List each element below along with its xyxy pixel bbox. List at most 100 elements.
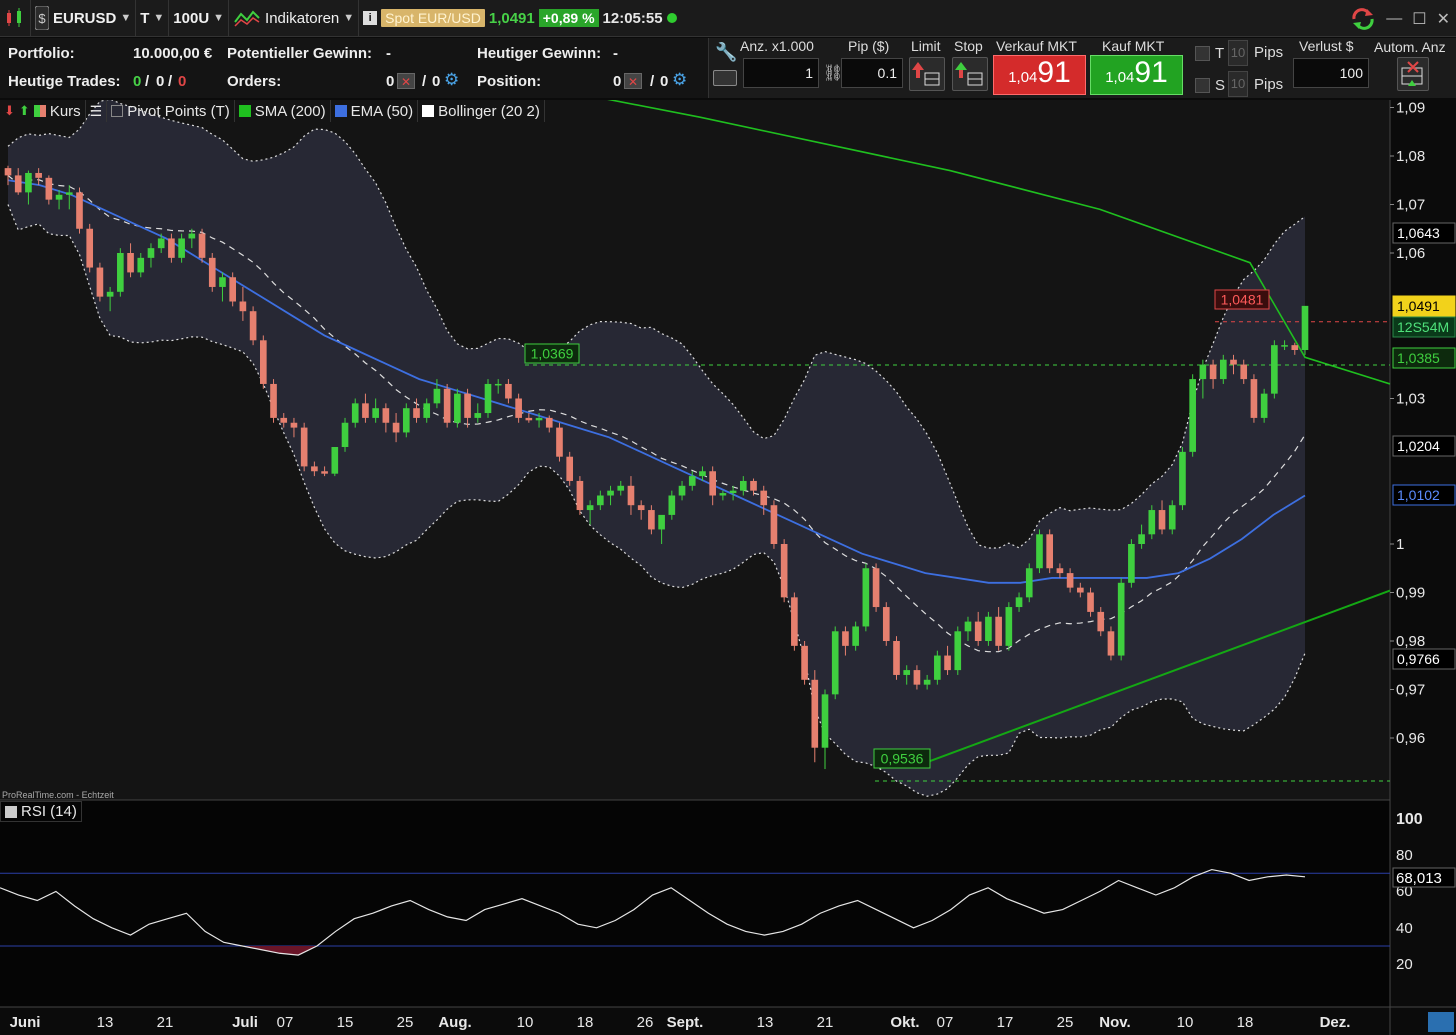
candle-body xyxy=(780,544,788,598)
symbol-selector[interactable]: $ EURUSD ▼ xyxy=(31,0,137,37)
candle-body xyxy=(55,194,63,200)
scroll-end-icon[interactable] xyxy=(1428,1012,1454,1032)
limit-label: Limit xyxy=(911,38,941,54)
gear-icon[interactable]: ⚙ xyxy=(672,70,687,90)
svg-text:$: $ xyxy=(38,11,46,26)
chevron-down-icon: ▼ xyxy=(120,12,132,24)
pip-label: Pip ($) xyxy=(848,38,890,54)
candle-body xyxy=(25,172,32,193)
take-profit-pips[interactable]: 10 xyxy=(1228,40,1248,66)
candle-body xyxy=(1179,451,1186,506)
pips-label: Pips xyxy=(1254,44,1284,61)
stop-loss-checkbox[interactable] xyxy=(1195,78,1210,93)
cancel-orders-icon[interactable]: ✕ xyxy=(397,73,415,89)
sell-price-big: 91 xyxy=(1037,56,1071,89)
candle-body xyxy=(229,277,236,302)
candle-body xyxy=(515,398,522,418)
candle-body xyxy=(750,480,757,491)
live-status-icon xyxy=(666,13,677,23)
account-info-panel: Portfolio: 10.000,00 € Potentieller Gewi… xyxy=(0,38,708,98)
take-profit-checkbox[interactable] xyxy=(1195,46,1210,61)
candle-body xyxy=(760,490,768,506)
candle-body xyxy=(637,505,645,511)
ema-legend[interactable]: EMA (50) xyxy=(331,100,419,122)
buy-market-button[interactable]: 1,0491 xyxy=(1090,55,1183,95)
auto-qty-button[interactable] xyxy=(1397,57,1429,91)
candle-body xyxy=(964,621,972,632)
window-controls: — ☐ ✕ xyxy=(1350,0,1450,37)
close-icon[interactable]: ✕ xyxy=(1437,9,1450,29)
clock: 12:05:55 xyxy=(602,9,663,27)
position-count-b: 0 xyxy=(660,73,669,90)
sma-legend[interactable]: SMA (200) xyxy=(235,100,331,122)
pivot-legend[interactable]: Pivot Points (T) xyxy=(107,100,235,122)
info-icon[interactable]: i xyxy=(363,11,378,25)
x-tick-label: 18 xyxy=(577,1014,594,1031)
refresh-icon[interactable] xyxy=(1350,7,1376,31)
candle-body xyxy=(862,568,870,627)
wrench-icon[interactable]: 🔧 xyxy=(715,42,737,63)
x-tick-label: 21 xyxy=(157,1014,174,1031)
minimize-icon[interactable]: — xyxy=(1386,10,1402,28)
chevron-down-icon: ▼ xyxy=(343,12,355,24)
candle-body xyxy=(658,514,665,530)
bb-mid-value: 1,0204 xyxy=(1397,438,1440,454)
bollinger-legend[interactable]: Bollinger (20 2) xyxy=(418,100,545,122)
candle-body xyxy=(311,466,318,472)
candle-body xyxy=(219,277,226,287)
list-legend[interactable]: ☰ xyxy=(86,100,108,122)
qty-input[interactable]: 1 xyxy=(743,58,819,88)
candle-body xyxy=(556,427,563,457)
timeframe-selector[interactable]: T ▼ xyxy=(136,0,170,37)
candle-body xyxy=(35,172,42,178)
chevron-down-icon: ▼ xyxy=(153,12,165,24)
y-tick-label: 1 xyxy=(1396,536,1404,553)
auto-qty-label: Autom. Anz xyxy=(1374,39,1446,55)
sell-market-button[interactable]: 1,0491 xyxy=(993,55,1086,95)
candle-body xyxy=(872,568,880,608)
candle-body xyxy=(1097,611,1105,632)
x-tick-label: 26 xyxy=(637,1014,654,1031)
loss-input[interactable]: 100 xyxy=(1293,58,1369,88)
rsi-legend[interactable]: RSI (14) xyxy=(0,801,82,822)
recent-high-label: 1,0481 xyxy=(1221,292,1264,308)
position-count-a: 0 xyxy=(613,73,622,90)
bollinger-swatch xyxy=(422,105,435,117)
stop-order-button[interactable] xyxy=(952,57,988,91)
price-legend[interactable]: ⬇ ⬆ Kurs xyxy=(0,100,86,122)
candle-body xyxy=(1209,364,1217,380)
gear-icon[interactable]: ⚙ xyxy=(444,70,459,90)
limit-order-button[interactable] xyxy=(909,57,945,91)
candle-body xyxy=(1138,534,1145,544)
chart-type-button[interactable] xyxy=(0,0,31,37)
top-toolbar: $ EURUSD ▼ T ▼ 100U ▼ Indikatoren ▼ i Sp… xyxy=(0,0,1456,37)
units-selector[interactable]: 100U ▼ xyxy=(169,0,230,37)
candle-body xyxy=(117,253,124,292)
close-positions-icon[interactable]: ✕ xyxy=(624,73,642,89)
x-tick-label: 25 xyxy=(1057,1014,1074,1031)
price-chart[interactable]: 1,03690,95361,04811,091,081,071,061,0310… xyxy=(0,100,1456,1035)
arrow-down-icon[interactable]: ⬇ xyxy=(4,103,15,119)
pip-input[interactable]: 0.1 xyxy=(841,58,903,88)
candle-body xyxy=(1230,359,1237,365)
maximize-icon[interactable]: ☐ xyxy=(1412,9,1426,29)
last-price: 1,0491 xyxy=(488,9,535,27)
indicators-icon xyxy=(234,10,260,27)
list-icon[interactable]: ☰ xyxy=(90,103,103,120)
change-badge: +0,89 % xyxy=(538,9,599,27)
candle-body xyxy=(65,192,73,195)
candle-body xyxy=(974,621,982,641)
position-label: Position: xyxy=(477,73,542,90)
candle-body xyxy=(678,485,686,496)
x-tick-label: Juli xyxy=(232,1014,258,1031)
candle-body xyxy=(270,383,277,418)
limit-order-icon xyxy=(912,62,940,86)
arrow-up-icon[interactable]: ⬆ xyxy=(19,103,30,119)
orders-separator: / xyxy=(422,73,427,90)
stop-loss-pips[interactable]: 10 xyxy=(1228,71,1248,97)
candle-body xyxy=(494,383,502,386)
candle-body xyxy=(791,597,798,646)
indicators-menu[interactable]: Indikatoren ▼ xyxy=(229,0,360,37)
keyboard-icon[interactable] xyxy=(713,70,737,86)
candle-body xyxy=(86,228,94,268)
